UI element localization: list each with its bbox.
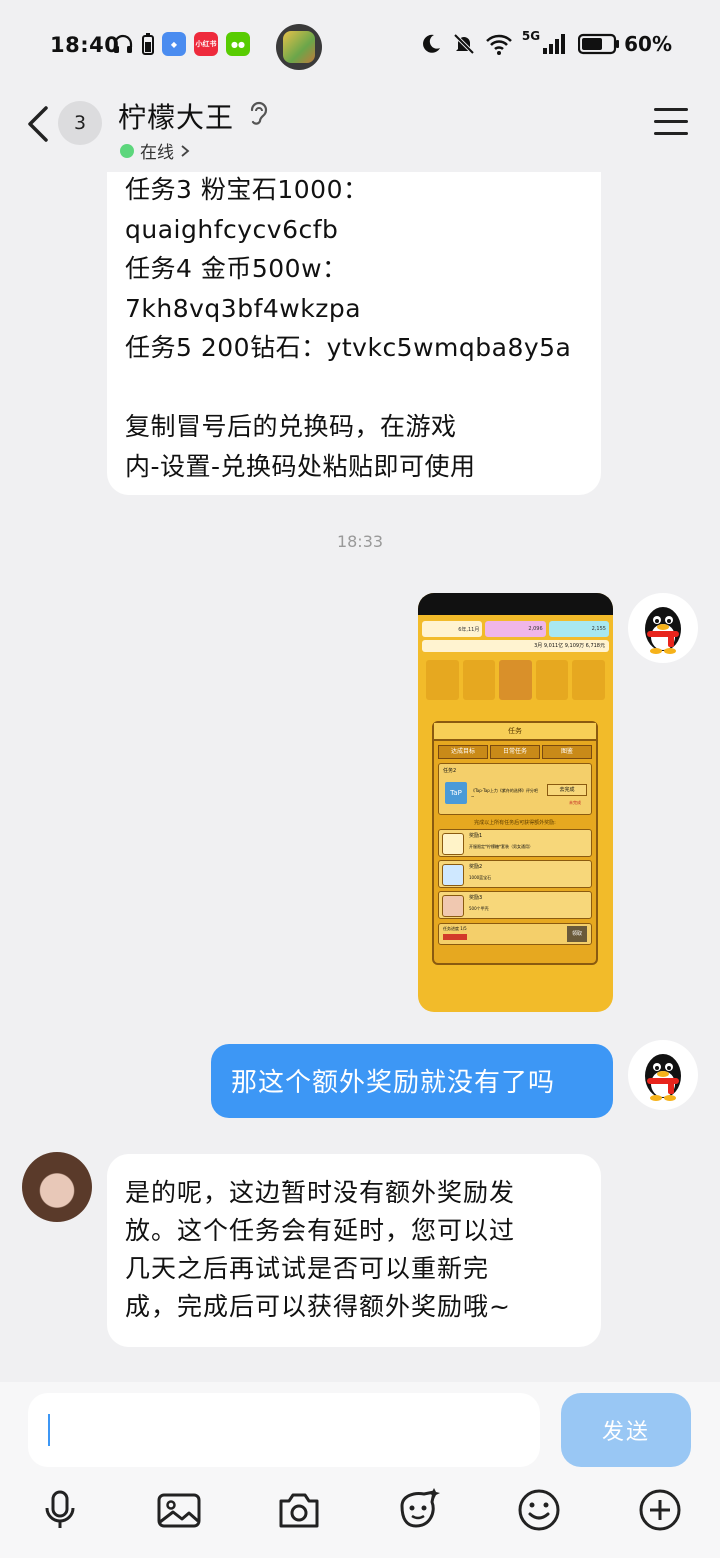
emoji-icon[interactable] [515, 1486, 563, 1534]
message-line: 成，完成后可以获得额外奖励哦~ [125, 1292, 511, 1321]
message-line: 7kh8vq3bf4wkzpa [125, 293, 362, 323]
taptap-icon: TaP [445, 782, 467, 804]
game-task-label: 任务2 [443, 768, 457, 774]
penguin-avatar-icon [645, 607, 681, 654]
online-status[interactable]: 在线 [120, 138, 190, 163]
game-date: 6年,11月 [422, 621, 483, 637]
unread-count-badge[interactable]: 3 [58, 101, 102, 145]
game-reward-row: 奖励1 开服限定*柠檬糖*套装（男女通用） [438, 829, 592, 857]
moon-icon [422, 34, 440, 53]
outgoing-message[interactable]: 那这个额外奖励就没有了吗 [211, 1044, 613, 1118]
battery-icon [578, 33, 620, 55]
game-reward-desc: 开服限定*柠檬糖*套装（男女通用） [469, 844, 533, 849]
avatar[interactable] [628, 1040, 698, 1110]
game-task-card: 任务2 TaP 《Tap·Tap上力《紫舟的选择》评分吧~ 去完成 未完成 [438, 763, 592, 815]
text-caret [48, 1414, 50, 1446]
game-gems: 2,096 [485, 621, 546, 637]
avatar[interactable] [628, 593, 698, 663]
game-money-bar: 3月 9,011亿 9,109万 6,718元 [422, 640, 609, 652]
chevron-right-icon [181, 144, 190, 157]
send-button[interactable]: 发送 [561, 1393, 691, 1467]
message-line [125, 368, 583, 408]
back-arrow-icon[interactable] [24, 104, 52, 144]
message-line: 几天之后再试试是否可以重新完 [125, 1254, 490, 1283]
game-top-bar: 6年,11月 2,096 2,155 [422, 621, 609, 637]
sticker-icon[interactable] [394, 1486, 442, 1534]
message-line: 放。这个任务会有延时，您可以过 [125, 1216, 516, 1245]
message-input[interactable] [28, 1393, 540, 1467]
network-label: 5G [521, 29, 541, 43]
plus-icon[interactable] [636, 1486, 684, 1534]
duolingo-icon: ●● [226, 32, 250, 56]
chat-header: 3 柠檬大王 在线 [0, 86, 720, 172]
browser-icon: ◆ [162, 32, 186, 56]
game-reward-name: 奖励2 [469, 864, 483, 870]
incoming-message-codes[interactable]: 任务3 粉宝石1000： quaighfcycv6cfb 任务4 金币500w：… [107, 150, 601, 495]
battery-level: 60% [624, 32, 672, 56]
game-tab: 达成目标 [438, 745, 488, 759]
xiaohongshu-icon: 小红书 [194, 32, 218, 56]
menu-icon[interactable] [654, 108, 688, 138]
message-line: 复制冒号后的兑换码，在游戏 [125, 412, 457, 441]
game-reward-name: 奖励1 [469, 833, 483, 839]
status-time: 18:40 [50, 33, 120, 57]
game-claim-button: 领取 [567, 926, 587, 942]
sent-image-message[interactable]: 6年,11月 2,096 2,155 3月 9,011亿 9,109万 6,71… [418, 593, 613, 1012]
game-reward-desc: 1000蓝宝石 [469, 875, 492, 880]
floating-game-icon[interactable] [276, 24, 322, 70]
incoming-message-reply[interactable]: 是的呢，这边暂时没有额外奖励发 放。这个任务会有延时，您可以过 几天之后再试试是… [107, 1154, 601, 1347]
microphone-icon[interactable] [36, 1486, 84, 1534]
game-progress-label: 任务进度 1/5 [443, 926, 467, 931]
message-timestamp: 18:33 [336, 532, 384, 551]
message-line: 任务5 200钻石：ytvkc5wmqba8y5a [125, 333, 572, 362]
message-line: 内-设置-兑换码处粘贴即可使用 [125, 451, 476, 481]
game-tab: 日常任务 [490, 745, 540, 759]
game-status: 未完成 [569, 800, 581, 805]
avatar[interactable] [22, 1152, 92, 1222]
image-icon[interactable] [155, 1486, 203, 1534]
battery-small-icon [142, 33, 154, 55]
camera-icon[interactable] [275, 1486, 323, 1534]
message-line: 任务4 金币500w： [125, 254, 348, 283]
online-label: 在线 [140, 143, 174, 163]
status-right: 5G 60% [420, 29, 672, 56]
message-line: quaighfcycv6cfb [125, 214, 339, 244]
ear-icon [250, 101, 268, 125]
game-progress-bar: 任务进度 1/5 领取 [438, 923, 592, 945]
game-reward-row: 奖励2 1000蓝宝石 [438, 860, 592, 888]
chat-title[interactable]: 柠檬大王 [118, 96, 234, 136]
game-panel-title: 任务 [434, 723, 596, 741]
online-dot [120, 143, 134, 158]
status-app-icons: ◆ 小红书 ●● [112, 32, 250, 56]
game-task-panel: 任务 达成目标 日常任务 图鉴 任务2 TaP 《Tap·Tap上力《紫舟的选择… [432, 721, 598, 965]
headphone-icon [113, 34, 133, 53]
wifi-icon [486, 34, 512, 55]
game-reward-row: 奖励3 500个甲壳 [438, 891, 592, 919]
penguin-avatar-icon [645, 1054, 681, 1101]
game-go-button: 去完成 [547, 784, 587, 796]
game-menu-grid [426, 660, 605, 700]
message-line: 是的呢，这边暂时没有额外奖励发 [125, 1178, 516, 1207]
input-toolbar [0, 1486, 720, 1542]
status-bar: 18:40 ◆ 小红书 ●● 5G 60% [0, 0, 720, 92]
game-bonus-header: 完成以上所有任务后可获得额外奖励: [474, 820, 556, 826]
game-diamonds: 2,155 [548, 621, 609, 637]
input-bar: 发送 [0, 1382, 720, 1558]
message-line: 任务3 粉宝石1000： [125, 175, 369, 204]
game-tabs: 达成目标 日常任务 图鉴 [438, 745, 592, 759]
game-reward-name: 奖励3 [469, 895, 483, 901]
game-task-text: 《Tap·Tap上力《紫舟的选择》评分吧~ [471, 788, 538, 799]
mute-bell-icon [453, 33, 475, 55]
signal-icon [543, 34, 566, 54]
game-reward-desc: 500个甲壳 [469, 906, 489, 911]
game-tab: 图鉴 [542, 745, 592, 759]
